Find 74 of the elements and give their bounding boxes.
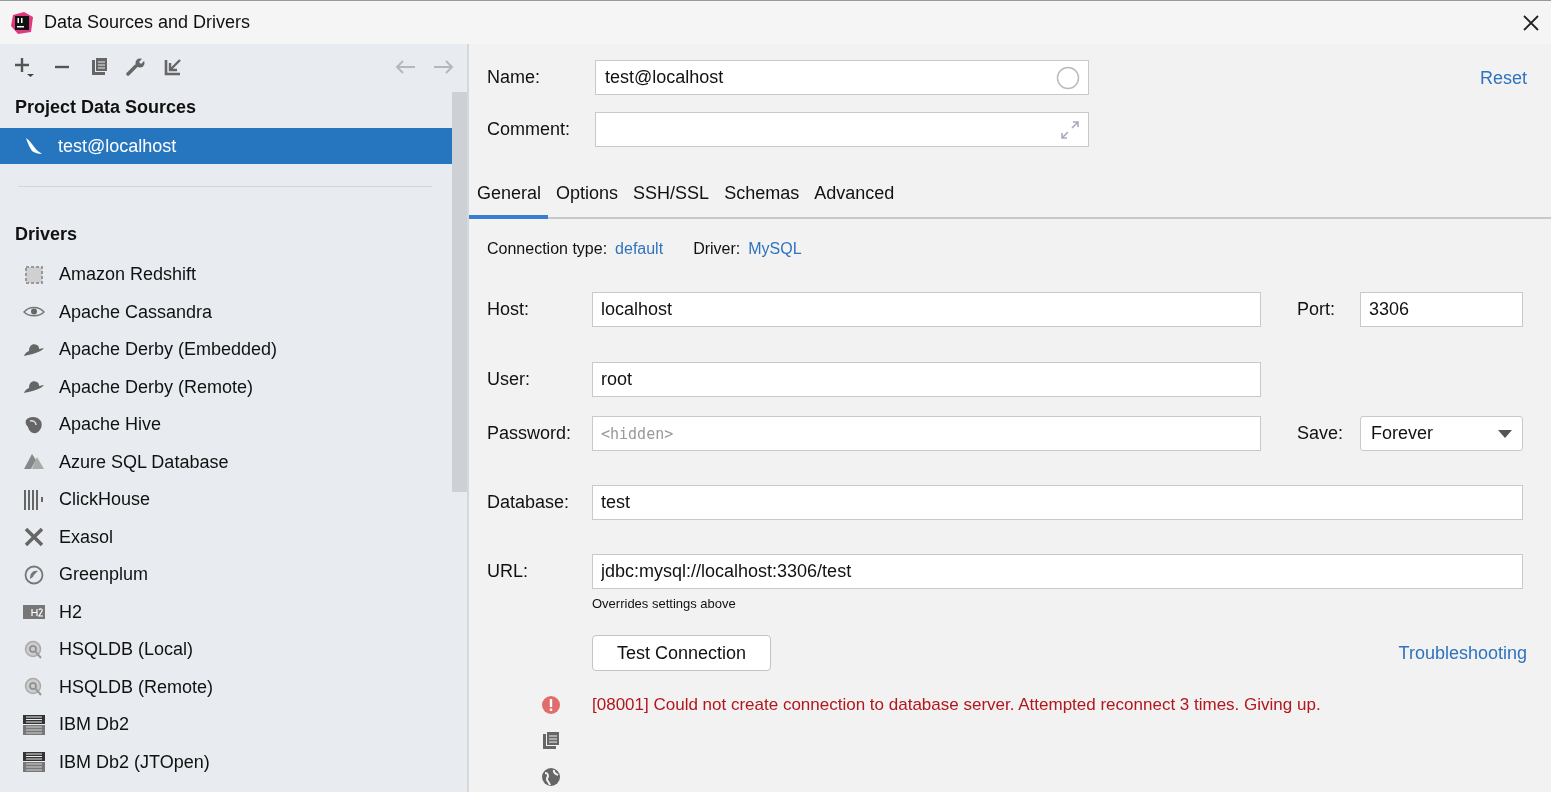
database-field[interactable]: test [592, 485, 1523, 520]
driver-item[interactable]: Amazon Redshift [0, 256, 452, 294]
field-label: Password: [487, 423, 573, 444]
driver-item[interactable]: Greenplum [0, 556, 452, 594]
ring-icon [23, 564, 45, 585]
hint-text: Overrides settings above [592, 596, 737, 611]
test-connection-button[interactable]: Test Connection [592, 635, 771, 671]
app-logo-icon [10, 10, 34, 35]
comment-field[interactable] [595, 112, 1089, 147]
driver-link[interactable]: MySQL [748, 240, 802, 258]
url-field[interactable]: jdbc:mysql://localhost:3306/test [592, 554, 1523, 589]
driver-item[interactable]: Apache Hive [0, 406, 452, 444]
driver-item[interactable]: Apache Derby (Remote) [0, 368, 452, 406]
import-icon[interactable] [163, 57, 183, 77]
tab[interactable]: Schemas [716, 177, 807, 219]
name-field[interactable]: test@localhost [595, 60, 1089, 95]
troubleshooting-link[interactable]: Troubleshooting [1398, 642, 1527, 664]
save-dropdown[interactable]: Forever [1360, 416, 1523, 451]
copy-icon[interactable] [89, 57, 109, 77]
wrench-icon[interactable] [126, 57, 146, 77]
q-icon [23, 639, 45, 660]
field-label: URL: [487, 561, 529, 582]
driver-item[interactable]: HSQLDB (Remote) [0, 668, 452, 706]
tab[interactable]: Options [548, 177, 626, 219]
driver-item[interactable]: IBM Db2 (JTOpen) [0, 743, 452, 781]
circle-icon [1056, 65, 1080, 90]
field-label: Save: [1297, 423, 1345, 444]
field-label: Port: [1297, 299, 1336, 320]
password-field[interactable]: <hidden> [592, 416, 1261, 451]
field-label: Comment: [487, 119, 572, 140]
connection-type-link[interactable]: default [615, 240, 664, 258]
database-badge-icon [23, 752, 45, 773]
triangle-icon [23, 453, 45, 472]
driver-item[interactable]: Apache Cassandra [0, 293, 452, 331]
database-badge-icon [23, 605, 45, 620]
close-icon[interactable] [1523, 14, 1539, 31]
driver-item[interactable]: ClickHouse [0, 481, 452, 519]
driver-item[interactable]: Apache Derby (Embedded) [0, 331, 452, 369]
field-label: Driver: [693, 240, 741, 258]
tab[interactable]: SSH/SSL [625, 177, 717, 219]
host-field[interactable]: localhost [592, 292, 1261, 327]
driver-item[interactable]: HSQLDB (Local) [0, 631, 452, 669]
database-badge-icon [23, 714, 45, 735]
error-icon [541, 695, 561, 715]
field-label: User: [487, 369, 531, 390]
driver-item[interactable]: H2 [0, 593, 452, 631]
section-heading: Project Data Sources [14, 96, 198, 119]
driver-item[interactable]: Exasol [0, 518, 452, 556]
copy-icon[interactable] [541, 731, 561, 751]
driver-item[interactable]: Azure SQL Database [0, 443, 452, 481]
x-icon [23, 527, 45, 548]
hat-icon [23, 379, 45, 396]
field-label: Host: [487, 299, 530, 320]
field-label: Name: [487, 67, 541, 88]
field-label: Database: [487, 492, 571, 513]
section-heading: Drivers [14, 223, 79, 246]
tab[interactable]: General [469, 177, 549, 219]
port-field[interactable]: 3306 [1360, 292, 1523, 327]
data-source-item[interactable]: test@localhost [0, 128, 452, 164]
tab[interactable]: Advanced [806, 177, 902, 219]
window-title: Data Sources and Drivers [44, 12, 252, 33]
hat-icon [23, 341, 45, 358]
q-icon [23, 677, 45, 698]
scrollbar-thumb[interactable] [452, 92, 467, 492]
field-label: Connection type: [487, 240, 608, 258]
caret-icon [1498, 429, 1512, 438]
user-field[interactable]: root [592, 362, 1261, 397]
bars-icon [23, 488, 45, 511]
error-message: [08001] Could not create connection to database server. Attempted reconnect 3 times. Giving up. [592, 695, 1321, 716]
reset-link[interactable]: Reset [1479, 68, 1527, 147]
add-icon[interactable] [13, 56, 35, 78]
square-icon [23, 264, 45, 285]
globe-icon[interactable] [541, 767, 561, 787]
driver-item[interactable]: IBM Db2 [0, 706, 452, 744]
